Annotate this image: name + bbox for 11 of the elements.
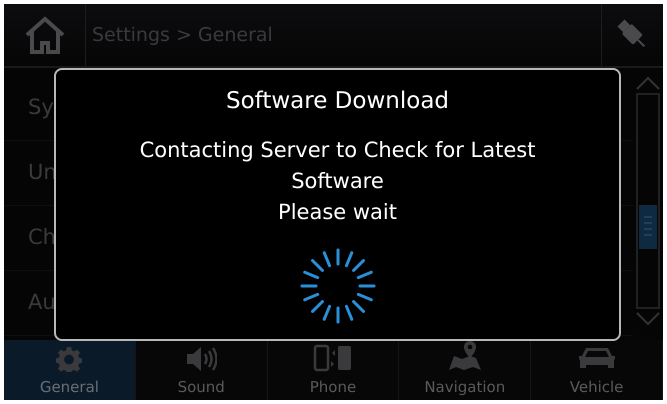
tab[interactable]: General — [4, 340, 136, 400]
status-text: Please wait — [278, 198, 397, 226]
dialog-title: Software Download — [226, 87, 450, 116]
scroll-down-icon[interactable] — [636, 312, 660, 326]
scrollbar[interactable] — [636, 93, 660, 309]
speaker-icon — [185, 346, 218, 372]
dialog-message: Contacting Server to Check for Latest Software — [138, 136, 536, 194]
phone-icon — [312, 344, 353, 372]
spinner-icon — [300, 248, 376, 324]
scroll-up-icon[interactable] — [636, 76, 660, 90]
gear-icon — [56, 346, 82, 372]
